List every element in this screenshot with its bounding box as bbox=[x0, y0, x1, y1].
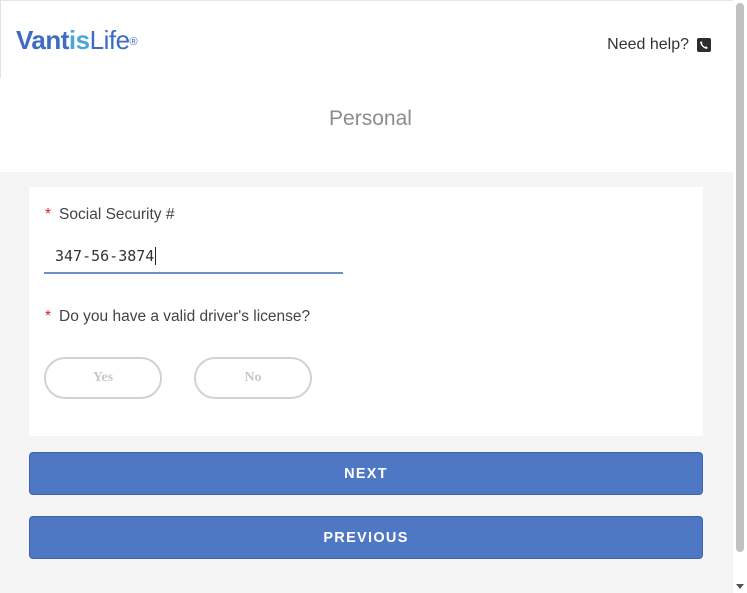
vertical-scrollbar[interactable] bbox=[733, 0, 747, 593]
vantis-life-logo[interactable]: VantisLife® bbox=[16, 25, 138, 55]
drivers-license-yes-button[interactable]: Yes bbox=[44, 357, 162, 399]
scrollbar-thumb[interactable] bbox=[736, 3, 744, 552]
required-marker: * bbox=[45, 308, 52, 325]
page-title: Personal bbox=[329, 107, 412, 130]
header-left-divider bbox=[0, 0, 1, 78]
need-help-label: Need help? bbox=[607, 36, 689, 53]
phone-icon bbox=[697, 38, 711, 52]
required-marker: * bbox=[45, 206, 52, 223]
ssn-input[interactable]: 347-56-3874 bbox=[44, 239, 343, 274]
header: VantisLife® Need help? Personal bbox=[0, 0, 733, 172]
previous-button[interactable]: PREVIOUS bbox=[29, 516, 703, 559]
header-top-divider bbox=[0, 0, 733, 1]
need-help-link[interactable]: Need help? bbox=[607, 35, 711, 55]
drivers-license-label-text: Do you have a valid driver's license? bbox=[59, 308, 311, 325]
ssn-input-value: 347-56-3874 bbox=[55, 246, 155, 265]
scroll-down-arrow-icon[interactable] bbox=[736, 584, 744, 589]
logo-registered-mark: ® bbox=[129, 36, 138, 48]
next-button[interactable]: NEXT bbox=[29, 452, 703, 495]
logo-brand-light: Life bbox=[89, 25, 130, 55]
ssn-label-text: Social Security # bbox=[59, 206, 175, 223]
ssn-label: * Social Security # bbox=[45, 206, 175, 224]
logo-brand-bold: Vantis bbox=[16, 25, 90, 55]
form-card: * Social Security # 347-56-3874 * Do you h… bbox=[29, 187, 703, 436]
drivers-license-no-button[interactable]: No bbox=[194, 357, 312, 399]
drivers-license-label: * Do you have a valid driver's license? bbox=[45, 308, 310, 326]
text-caret bbox=[155, 246, 157, 265]
